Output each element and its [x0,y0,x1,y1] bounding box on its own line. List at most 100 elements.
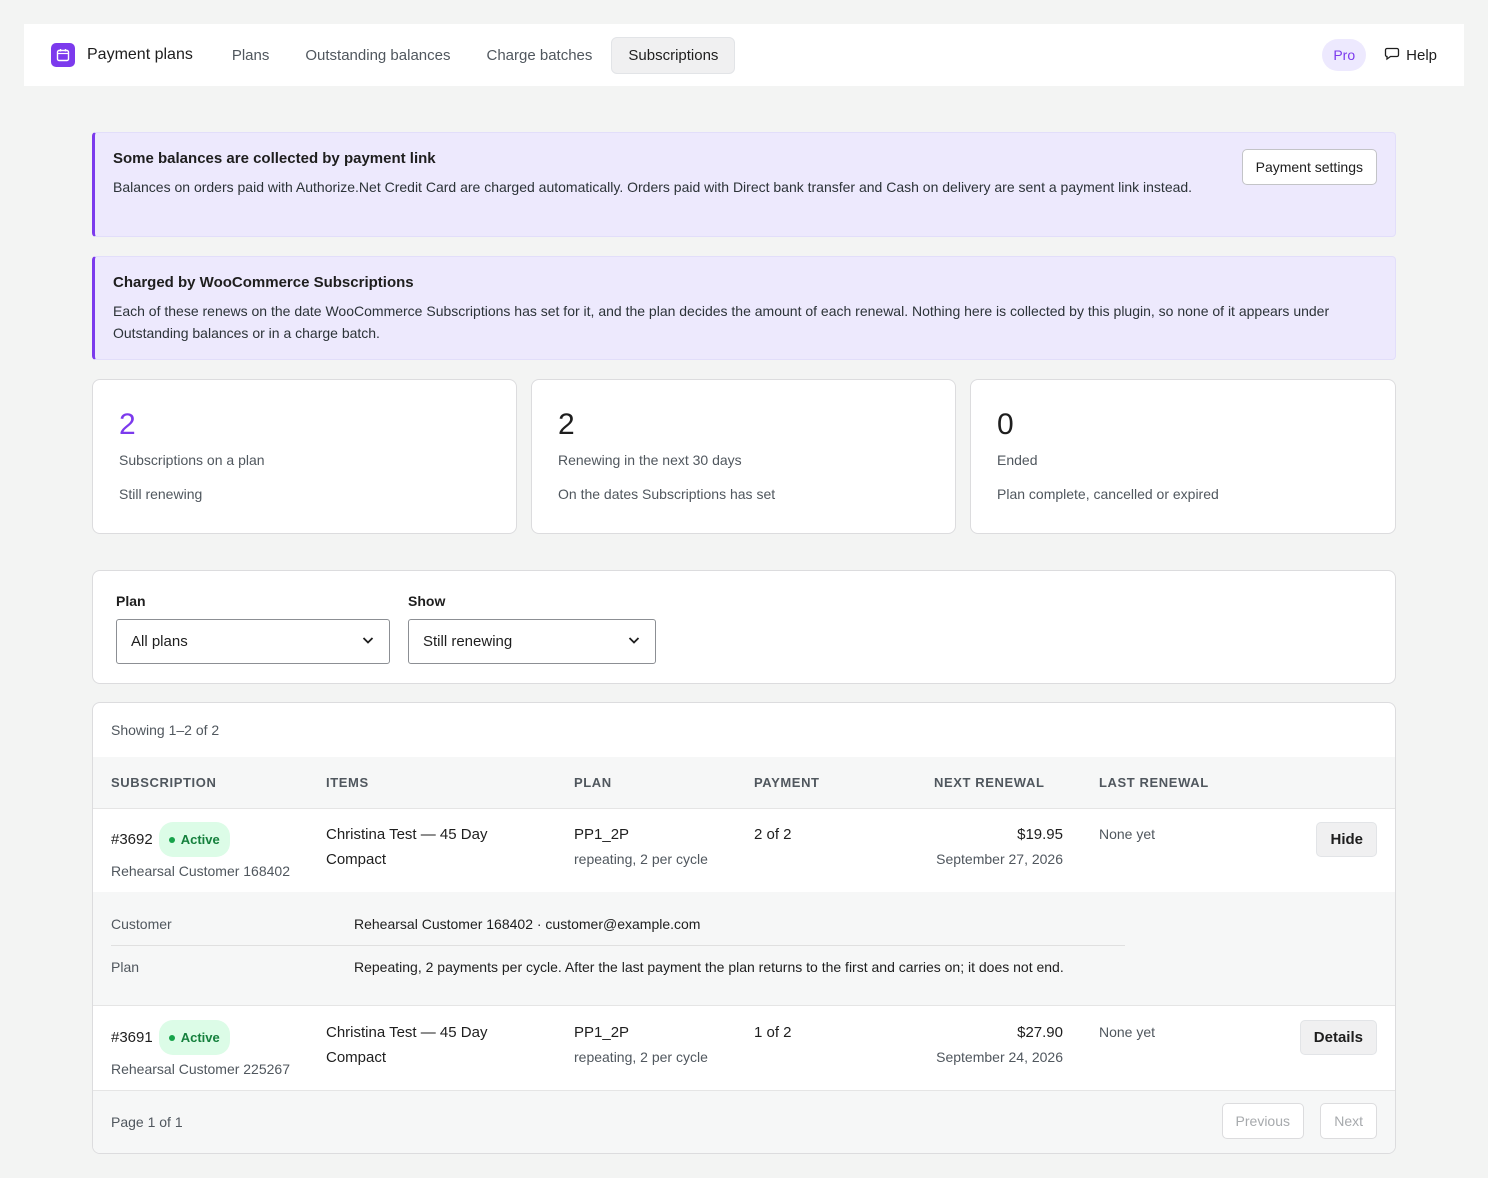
subscription-cell: #3691 Active Rehearsal Customer 225267 [111,1020,290,1082]
nav-tabs: Plans Outstanding balances Charge batche… [215,36,736,74]
customer-name: Rehearsal Customer 168402 [111,863,290,879]
status-dot-icon [168,836,175,843]
status-label: Active [180,1030,220,1045]
plan-description: repeating, 2 per cycle [574,851,708,867]
payment-settings-button[interactable]: Payment settings [1241,149,1377,185]
stat-label: Subscriptions on a plan [119,452,265,468]
tab-plans[interactable]: Plans [215,37,287,74]
header-subscription: SUBSCRIPTION [111,775,217,790]
last-renewal-cell: None yet [1099,1020,1155,1045]
notice-title: Charged by WooCommerce Subscriptions [113,274,414,291]
tab-subscriptions[interactable]: Subscriptions [611,36,736,74]
plan-filter: Plan All plans [116,593,390,664]
details-customer-label: Customer [111,916,172,932]
details-customer-row: Customer Rehearsal Customer 168402 · cus… [111,904,1125,946]
header-payment: PAYMENT [754,775,820,790]
next-renewal-cell: $27.90 September 24, 2026 [913,1020,1063,1070]
header-items: ITEMS [326,775,369,790]
last-renewal-cell: None yet [1099,822,1155,847]
subscription-id[interactable]: #3691 [111,1025,153,1050]
last-renewal-value: None yet [1099,826,1156,842]
chevron-down-icon [627,633,641,651]
help-label: Help [1406,46,1437,64]
next-renewal-amount: $27.90 [1017,1024,1063,1041]
table-header: SUBSCRIPTION ITEMS PLAN PAYMENT NEXT REN… [93,757,1395,809]
woocommerce-subscriptions-notice: Charged by WooCommerce Subscriptions Eac… [92,256,1396,360]
calendar-icon [51,43,75,67]
previous-page-button[interactable]: Previous [1221,1103,1304,1139]
customer-name: Rehearsal Customer 225267 [111,1061,290,1077]
plan-select-value: All plans [131,633,188,650]
notice-text: Balances on orders paid with Authorize.N… [113,179,1193,195]
page-info: Page 1 of 1 [111,1114,183,1130]
subscription-details: Customer Rehearsal Customer 168402 · cus… [93,892,1395,1006]
subscriptions-table: Showing 1–2 of 2 SUBSCRIPTION ITEMS PLAN… [92,702,1396,1154]
details-customer-value: Rehearsal Customer 168402 · customer@exa… [354,916,701,932]
filters-panel: Plan All plans Show Still renewing [92,570,1396,684]
stat-value: 0 [997,408,1014,441]
stat-sub: On the dates Subscriptions has set [558,486,776,502]
help-link[interactable]: Help [1384,45,1437,65]
plan-select[interactable]: All plans [116,619,390,664]
status-dot-icon [168,1034,175,1041]
stat-value: 2 [119,408,136,441]
subscription-id[interactable]: #3692 [111,827,153,852]
subscription-cell: #3692 Active Rehearsal Customer 168402 [111,822,290,884]
header-last-renewal: LAST RENEWAL [1099,775,1209,790]
plan-cell: PP1_2P repeating, 2 per cycle [574,822,708,872]
tab-charge-batches[interactable]: Charge batches [469,37,609,74]
stat-value: 2 [558,408,575,441]
show-select-value: Still renewing [423,633,513,650]
chat-bubble-icon [1384,45,1400,65]
hide-details-button[interactable]: Hide [1316,822,1377,857]
details-button[interactable]: Details [1299,1020,1377,1055]
plan-code: PP1_2P [574,1024,630,1041]
details-plan-label: Plan [111,959,140,975]
header-plan: PLAN [574,775,612,790]
next-renewal-cell: $19.95 September 27, 2026 [913,822,1063,872]
stat-sub: Still renewing [119,486,203,502]
stat-renewing-next-30-days: 2 Renewing in the next 30 days On the da… [531,379,956,534]
pro-badge[interactable]: Pro [1322,39,1367,71]
top-navigation: Payment plans Plans Outstanding balances… [24,24,1464,86]
items-cell: Christina Test — 45 Day Compact [326,1024,488,1066]
stat-ended: 0 Ended Plan complete, cancelled or expi… [970,379,1396,534]
table-row: #3691 Active Rehearsal Customer 225267 C… [93,1007,1395,1091]
plan-description: repeating, 2 per cycle [574,1049,708,1065]
header-next-renewal: NEXT RENEWAL [934,775,1045,790]
pagination: Page 1 of 1 Previous Next [93,1091,1395,1153]
next-renewal-amount: $19.95 [1017,826,1063,843]
plan-code: PP1_2P [574,826,630,843]
show-filter: Show Still renewing [408,593,656,664]
top-right-actions: Pro Help [1322,39,1437,71]
stat-sub: Plan complete, cancelled or expired [997,486,1219,502]
stat-label: Renewing in the next 30 days [558,452,742,468]
next-renewal-date: September 27, 2026 [936,851,1063,867]
details-plan-row: Plan Repeating, 2 payments per cycle. Af… [111,947,1211,989]
show-select[interactable]: Still renewing [408,619,656,664]
notice-title: Some balances are collected by payment l… [113,150,436,167]
notice-text: Each of these renews on the date WooComm… [113,303,1330,341]
plan-cell: PP1_2P repeating, 2 per cycle [574,1020,708,1070]
payment-cell: 2 of 2 [754,826,792,843]
status-badge: Active [158,822,230,857]
show-filter-label: Show [408,593,446,609]
chevron-down-icon [361,633,375,651]
stat-label: Ended [997,452,1038,468]
next-page-button[interactable]: Next [1320,1103,1377,1139]
details-plan-value: Repeating, 2 payments per cycle. After t… [354,959,1064,975]
next-renewal-date: September 24, 2026 [936,1049,1063,1065]
payment-link-notice: Some balances are collected by payment l… [92,132,1396,237]
tab-outstanding-balances[interactable]: Outstanding balances [288,37,467,74]
payment-cell: 1 of 2 [754,1024,792,1041]
brand-name: Payment plans [87,46,193,63]
brand[interactable]: Payment plans [51,43,193,67]
showing-count: Showing 1–2 of 2 [111,722,220,738]
status-badge: Active [158,1020,230,1055]
status-label: Active [180,832,220,847]
table-row: #3692 Active Rehearsal Customer 168402 C… [93,809,1395,893]
items-cell: Christina Test — 45 Day Compact [326,826,488,868]
last-renewal-value: None yet [1099,1024,1156,1040]
stat-subscriptions-on-plan: 2 Subscriptions on a plan Still renewing [92,379,517,534]
plan-filter-label: Plan [116,593,146,609]
